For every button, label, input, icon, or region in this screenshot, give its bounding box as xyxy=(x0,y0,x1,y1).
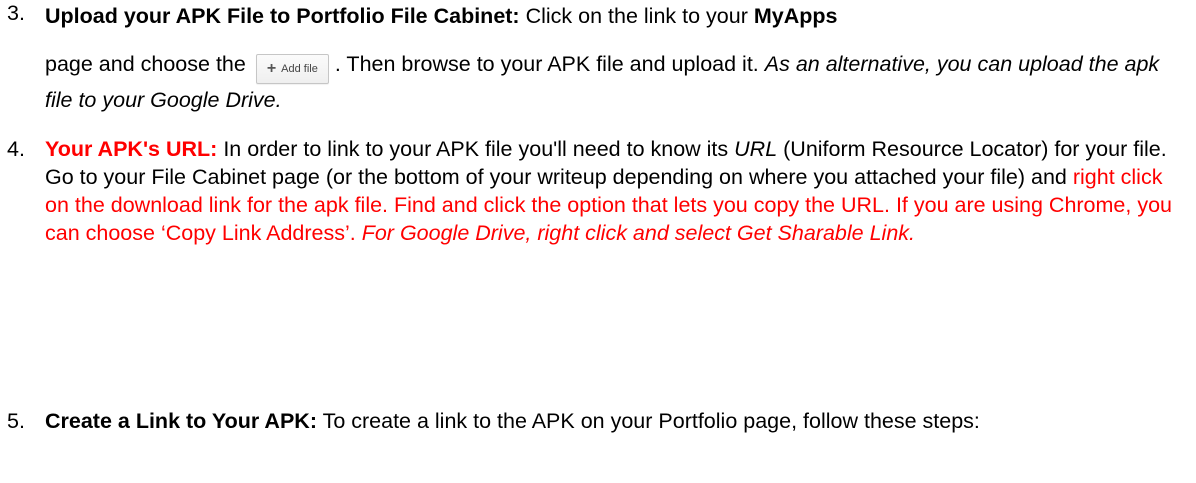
step-text: To create a link to the APK on your Port… xyxy=(316,409,980,433)
step-number: 4. xyxy=(7,137,25,161)
step-title: Upload your APK File to Portfolio File C… xyxy=(45,4,520,28)
plus-icon: + xyxy=(266,60,277,77)
add-file-label: Add file xyxy=(281,63,318,75)
myapps-link-text: MyApps xyxy=(753,4,838,28)
step-title: Create a Link to Your APK: xyxy=(45,409,317,433)
step-3: 3. Upload your APK File to Portfolio Fil… xyxy=(0,0,1196,116)
step-title: Your APK's URL: xyxy=(45,137,218,161)
add-file-button[interactable]: + Add file xyxy=(255,54,329,84)
step-text: page and choose the xyxy=(45,52,246,76)
url-term: URL xyxy=(734,137,778,161)
step-italic-note: For Google Drive, right click and select… xyxy=(361,221,915,245)
step-text: Click on the link to your xyxy=(519,4,754,28)
step-4: 4. Your APK's URL: In order to link to y… xyxy=(0,135,1196,247)
step-text: In order to link to your APK file you'll… xyxy=(217,137,735,161)
step-number: 3. xyxy=(7,1,25,25)
step-text: . Then browse to your APK file and uploa… xyxy=(334,52,765,76)
document-page: 3. Upload your APK File to Portfolio Fil… xyxy=(0,0,1196,483)
step-number: 5. xyxy=(7,409,25,433)
step-5: 5. Create a Link to Your APK: To create … xyxy=(0,407,1196,435)
